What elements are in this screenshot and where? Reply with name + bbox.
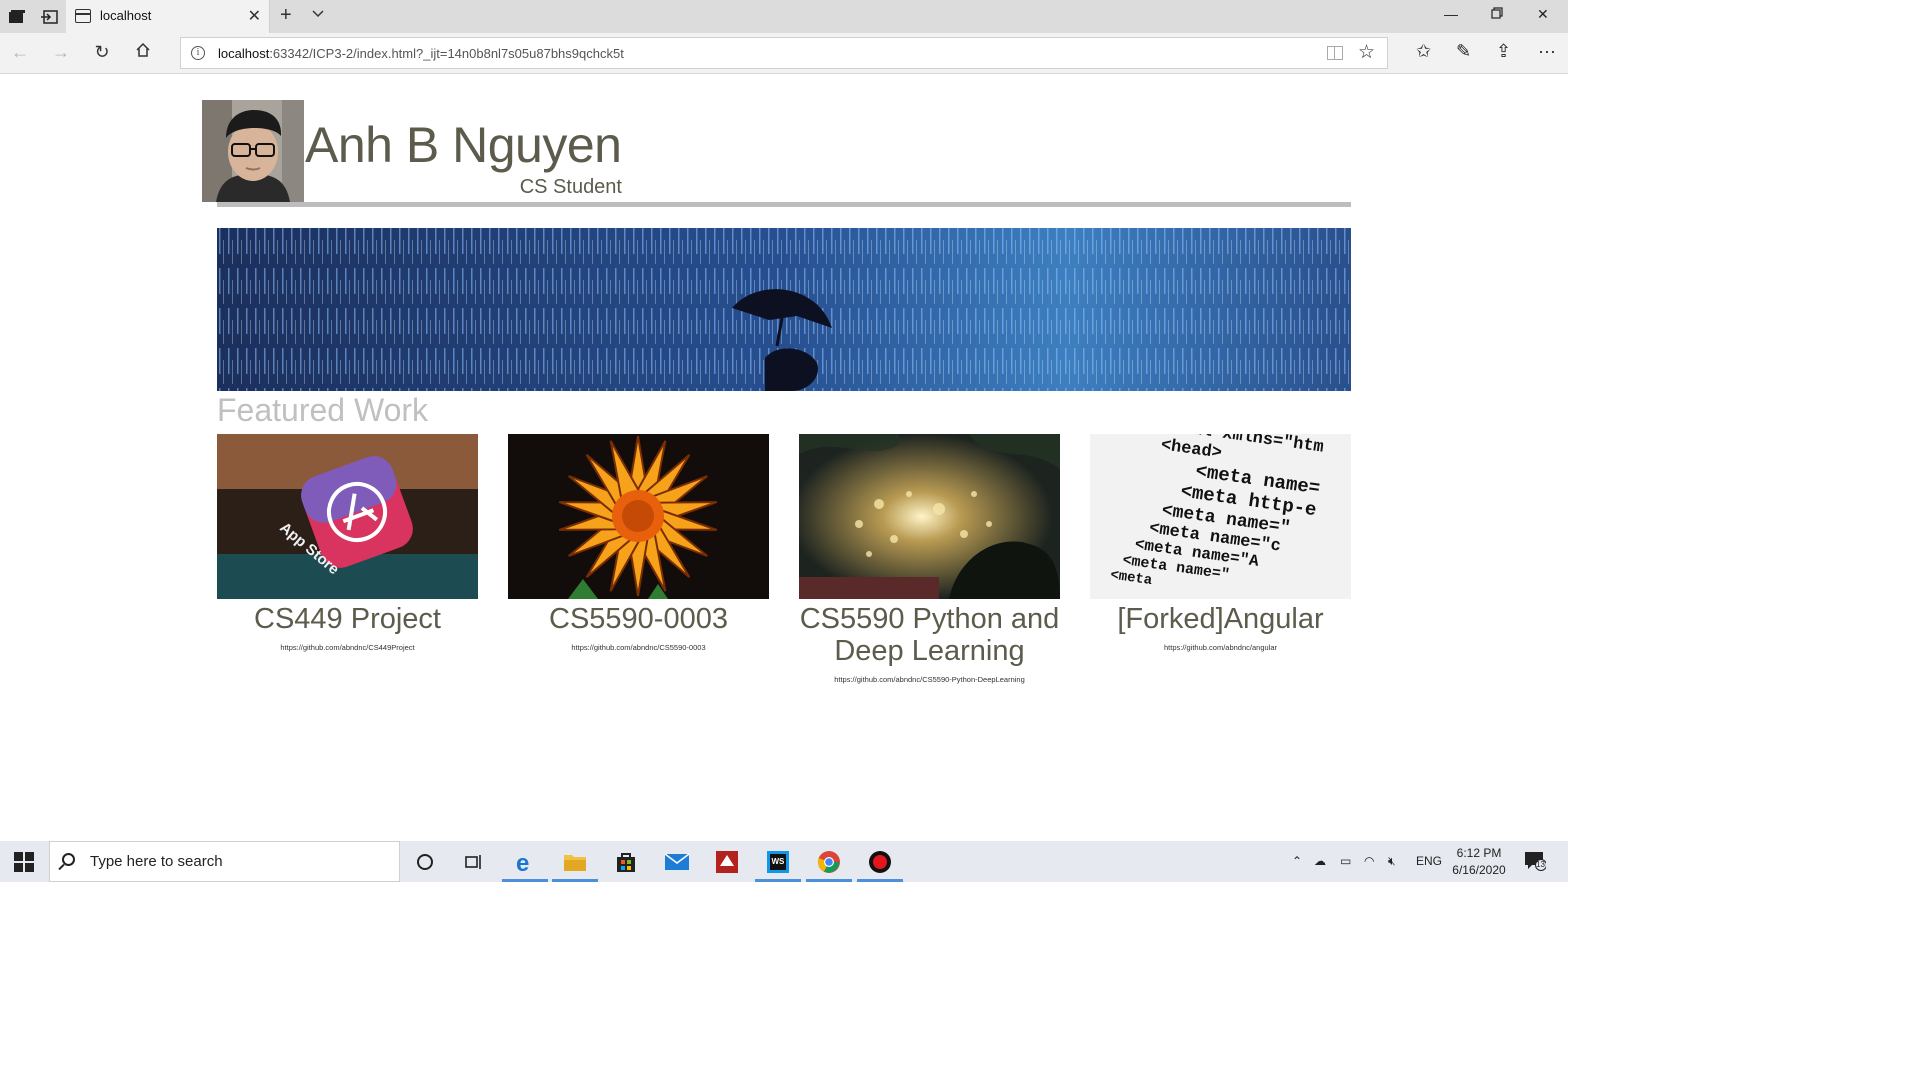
project-thumbnail-code[interactable]: <html xmlns="htm <head> <meta name= <met… bbox=[1090, 434, 1351, 599]
project-card: CS5590-0003 https://github.com/abndnc/CS… bbox=[508, 434, 769, 652]
project-card: App Store CS449 Project https://github.c… bbox=[217, 434, 478, 652]
language-indicator[interactable]: ENG bbox=[1416, 854, 1442, 868]
project-link[interactable]: https://github.com/abndnc/CS449Project bbox=[217, 643, 478, 652]
page-subtitle: CS Student bbox=[519, 176, 622, 198]
clock-date: 6/16/2020 bbox=[1452, 863, 1506, 877]
more-icon[interactable]: ··· bbox=[1538, 41, 1556, 62]
project-link[interactable]: https://github.com/abndnc/angular bbox=[1090, 643, 1351, 652]
profile-photo bbox=[202, 100, 304, 202]
project-thumbnail-flower[interactable] bbox=[508, 434, 769, 599]
task-view-icon[interactable] bbox=[449, 841, 499, 882]
project-thumbnail-app-store[interactable]: App Store bbox=[217, 434, 478, 599]
show-hidden-icons-icon[interactable]: ⌃ bbox=[1292, 854, 1302, 868]
tab-actions-icon[interactable] bbox=[6, 6, 28, 28]
web-page: Anh B Nguyen CS Student Featured Work Ap… bbox=[0, 74, 1568, 841]
url-text[interactable]: localhost:63342/ICP3-2/index.html?_ijt=1… bbox=[218, 46, 624, 61]
header-divider bbox=[217, 202, 1351, 207]
forward-arrow-icon[interactable]: → bbox=[49, 42, 73, 63]
volume-muted-icon[interactable]: 🔇︎ bbox=[1388, 854, 1396, 869]
wifi-icon[interactable]: ◠ bbox=[1364, 854, 1374, 868]
page-icon bbox=[75, 9, 91, 23]
project-title[interactable]: CS5590 Python and Deep Learning bbox=[799, 603, 1060, 667]
chevron-down-icon[interactable] bbox=[312, 6, 324, 21]
tab-localhost[interactable]: localhost ✕ bbox=[66, 0, 270, 33]
onedrive-icon[interactable]: ☁ bbox=[1314, 854, 1326, 868]
banner-image bbox=[217, 228, 1351, 391]
page-title: Anh B Nguyen bbox=[305, 117, 622, 173]
windows-start-icon[interactable] bbox=[14, 852, 34, 872]
webstorm-icon[interactable]: WS bbox=[753, 841, 803, 882]
project-link[interactable]: https://github.com/abndnc/CS5590-Python-… bbox=[799, 675, 1060, 684]
favorites-icon[interactable]: ✩ bbox=[1416, 41, 1431, 62]
refresh-icon[interactable]: ↻ bbox=[90, 42, 114, 63]
notifications-icon[interactable]: 13 bbox=[1524, 851, 1547, 871]
taskbar-search-box[interactable]: Type here to search bbox=[49, 841, 400, 882]
pen-icon[interactable]: ✎ bbox=[1456, 41, 1471, 62]
file-explorer-icon[interactable] bbox=[550, 841, 600, 882]
share-icon[interactable]: ⇪ bbox=[1496, 41, 1511, 62]
notification-count: 13 bbox=[1536, 860, 1545, 869]
project-card: CS5590 Python and Deep Learning https://… bbox=[799, 434, 1060, 684]
project-card: <html xmlns="htm <head> <meta name= <met… bbox=[1090, 434, 1351, 652]
close-tab-icon[interactable]: ✕ bbox=[248, 6, 261, 26]
search-placeholder: Type here to search bbox=[90, 853, 223, 870]
battery-icon[interactable]: ▭ bbox=[1340, 854, 1351, 868]
mail-icon[interactable] bbox=[652, 841, 702, 882]
svg-text:e: e bbox=[516, 850, 529, 874]
favorite-star-icon[interactable]: ☆ bbox=[1358, 41, 1375, 64]
project-title[interactable]: CS449 Project bbox=[217, 603, 478, 635]
minimize-icon[interactable]: — bbox=[1444, 6, 1458, 22]
browser-tab-bar: localhost ✕ + — ✕ bbox=[0, 0, 1568, 33]
tab-title: localhost bbox=[100, 8, 152, 23]
address-bar[interactable]: i localhost:63342/ICP3-2/index.html?_ijt… bbox=[180, 37, 1388, 69]
info-icon[interactable]: i bbox=[191, 46, 205, 60]
featured-heading: Featured Work bbox=[217, 392, 429, 428]
reading-view-icon[interactable] bbox=[1327, 46, 1343, 60]
store-icon[interactable] bbox=[601, 841, 651, 882]
back-arrow-icon[interactable]: ← bbox=[8, 42, 32, 63]
chrome-icon[interactable] bbox=[804, 841, 854, 882]
taskbar: Type here to search e WS ⌃ ☁ ▭ ◠ 🔇︎ ENG … bbox=[0, 841, 1568, 882]
edge-icon[interactable]: e bbox=[500, 841, 550, 882]
set-tabs-aside-icon[interactable] bbox=[38, 6, 60, 28]
project-title[interactable]: CS5590-0003 bbox=[508, 603, 769, 635]
game-app-icon[interactable] bbox=[702, 841, 752, 882]
cortana-icon[interactable] bbox=[400, 841, 450, 882]
close-window-icon[interactable]: ✕ bbox=[1537, 6, 1549, 23]
browser-nav-bar: ← → ↻ i localhost:63342/ICP3-2/index.htm… bbox=[0, 33, 1568, 74]
search-icon bbox=[62, 853, 75, 866]
home-icon[interactable] bbox=[131, 42, 155, 63]
project-title[interactable]: [Forked]Angular bbox=[1090, 603, 1351, 635]
screen-recorder-icon[interactable] bbox=[855, 841, 905, 882]
clock[interactable]: 6:12 PM 6/16/2020 bbox=[1448, 845, 1510, 879]
clock-time: 6:12 PM bbox=[1456, 846, 1502, 860]
project-link[interactable]: https://github.com/abndnc/CS5590-0003 bbox=[508, 643, 769, 652]
svg-text:WS: WS bbox=[772, 857, 786, 866]
new-tab-icon[interactable]: + bbox=[280, 4, 292, 27]
project-thumbnail-bokeh[interactable] bbox=[799, 434, 1060, 599]
restore-icon[interactable] bbox=[1491, 6, 1503, 22]
